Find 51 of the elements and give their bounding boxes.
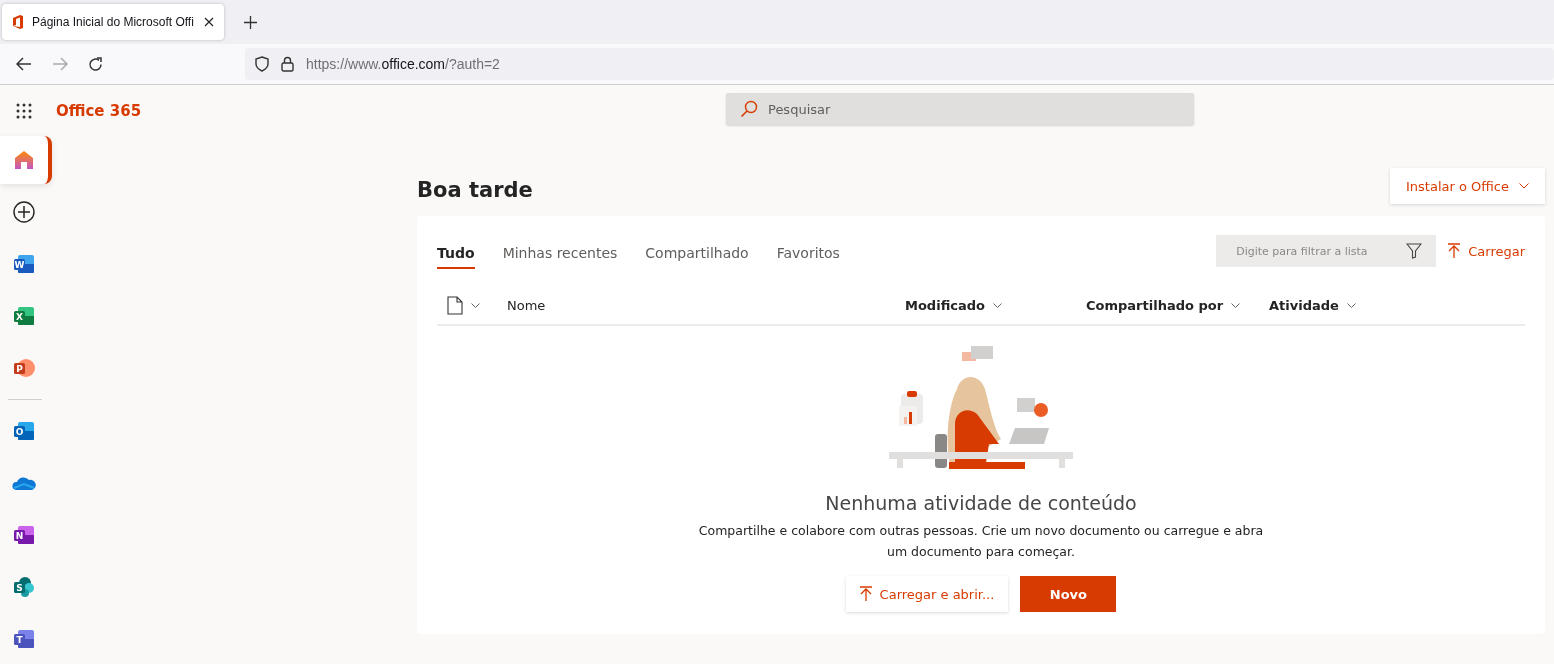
upload-icon [859,586,872,602]
new-button[interactable]: Novo [1020,576,1117,612]
app-name[interactable]: Office 365 [56,101,142,120]
upload-button[interactable]: Carregar [1448,243,1525,259]
column-header[interactable]: Nome [507,297,546,313]
search-icon [740,100,758,118]
sidebar-item[interactable]: O [0,407,48,455]
filter-tab[interactable]: Tudo [437,237,475,269]
filter-tab[interactable]: Compartilhado [645,237,749,269]
upload-open-button[interactable]: Carregar e abrir... [845,576,1009,612]
cloud-icon [12,475,36,491]
filter-icon [1406,243,1423,259]
search-field[interactable]: Pesquisar [726,93,1194,125]
close-icon[interactable] [204,17,214,27]
install-office-button[interactable]: Instalar o Office [1390,168,1545,204]
filter-tab[interactable]: Favoritos [776,237,840,269]
column-header[interactable]: Compartilhado por [1086,297,1224,313]
filter-field[interactable]: Digite para filtrar a lista [1216,235,1437,267]
filter-tab[interactable]: Minhas recentes [502,237,618,269]
sidebar-item[interactable]: T [0,615,48,663]
chevron-down-icon[interactable] [1346,302,1356,308]
greeting-heading: Boa tarde [417,178,533,202]
empty-state-title: Nenhuma atividade de conteúdo [825,492,1137,514]
app-launcher-icon[interactable] [16,102,32,119]
office-logo-icon [12,15,24,29]
tab-title: Página Inicial do Microsoft Offi [32,15,195,29]
add-icon [13,201,35,223]
shield-icon [255,56,269,72]
lock-icon [281,56,294,72]
back-icon[interactable] [16,57,32,71]
upload-icon [1448,243,1461,259]
browser-tab[interactable]: Página Inicial do Microsoft Offi [2,4,224,40]
home-icon [14,150,34,170]
column-header[interactable]: Modificado [905,297,985,313]
sidebar-item[interactable]: N [0,511,48,559]
sidebar-item[interactable] [0,136,52,184]
new-tab-icon[interactable] [244,15,257,29]
address-bar[interactable]: https://www.office.com/?auth=2 [245,48,1554,80]
sidebar-item[interactable]: S [0,563,48,611]
sidebar-item[interactable]: P [0,344,48,392]
chevron-down-icon[interactable] [993,302,1002,308]
sidebar-item[interactable]: W [0,240,48,288]
sidebar-item[interactable]: X [0,292,48,340]
chevron-down-icon[interactable] [471,302,480,308]
chevron-down-icon [1519,183,1529,189]
file-type-icon [447,295,463,315]
chevron-down-icon[interactable] [1231,302,1241,308]
reload-icon[interactable] [88,56,103,72]
url-text: https://www.office.com/?auth=2 [306,56,500,72]
column-header[interactable]: Atividade [1269,297,1339,313]
empty-state-text: Compartilhe e colabore com outras pessoas. Crie um novo documento ou carregue e abra um documento para começar. [697,522,1265,561]
